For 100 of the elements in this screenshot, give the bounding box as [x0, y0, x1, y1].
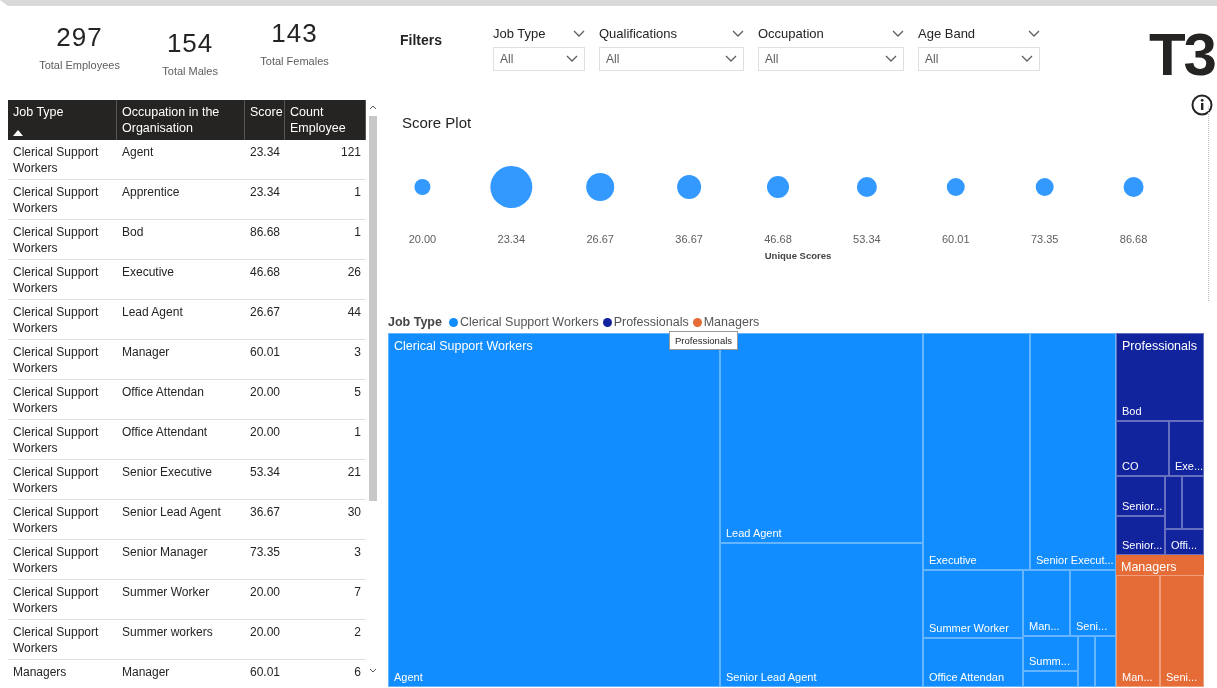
table-cell-text: Senior Executive — [121, 464, 214, 481]
table-cell-text: Manager — [121, 664, 171, 681]
kpi-label: Total Males — [162, 65, 218, 77]
table-cell-text: Summer workers — [121, 624, 214, 641]
bubble[interactable] — [586, 173, 615, 201]
table-cell-text: 7 — [353, 584, 362, 601]
slicer-dropdown[interactable]: All — [758, 47, 904, 71]
chevron-down-icon[interactable] — [573, 29, 585, 38]
treemap-tile[interactable]: Professionals Bod — [1116, 333, 1204, 421]
treemap-tile[interactable]: Senior... — [1116, 516, 1165, 555]
tile-label: Summ... — [1029, 655, 1070, 667]
table-cell-text: Clerical Support Workers — [12, 624, 100, 657]
tile-label: Agent — [394, 671, 423, 683]
kpi-value: 154 — [166, 28, 214, 59]
table-cell-text: 60.01 — [249, 664, 282, 681]
tile-label: Senior... — [1122, 539, 1163, 551]
scroll-up-icon[interactable] — [369, 104, 377, 110]
chart-title: Score Plot — [401, 113, 473, 131]
legend-label[interactable]: Managers — [703, 315, 760, 329]
treemap-group[interactable]: Professionals Bod CO Exe... Senior... Senior... Offi... — [1116, 333, 1204, 555]
table-cell-text: 26.67 — [249, 304, 282, 321]
table-cell-text: 20.00 — [249, 584, 282, 601]
column-header[interactable]: Job Type — [8, 100, 117, 140]
bubble[interactable] — [490, 166, 533, 208]
bubble[interactable] — [856, 177, 877, 197]
chevron-down-icon[interactable] — [566, 55, 578, 63]
table-cell-text: 23.34 — [249, 144, 282, 161]
kpi-value: 143 — [271, 18, 318, 49]
bubble[interactable] — [1035, 178, 1054, 196]
bubble[interactable] — [414, 179, 431, 195]
tile-label: Senior Execut... — [1036, 554, 1114, 566]
chevron-down-icon[interactable] — [725, 55, 737, 63]
table-cell-text: Clerical Support Workers — [12, 424, 100, 457]
chevron-down-icon[interactable] — [1028, 29, 1040, 38]
tile-label: Senior... — [1122, 500, 1163, 512]
treemap-tile[interactable]: CO — [1116, 421, 1169, 476]
treemap-tile[interactable]: Exe... — [1169, 421, 1204, 476]
tile-label: Summer Worker — [929, 622, 1009, 634]
table-cell-text: 26 — [346, 264, 362, 281]
table-cell-text: Clerical Support Workers — [12, 184, 100, 217]
bubble[interactable] — [767, 176, 789, 198]
bubble[interactable] — [1123, 177, 1144, 197]
treemap-tile[interactable] — [1165, 476, 1182, 529]
table-cell-text: Clerical Support Workers — [12, 504, 100, 537]
table-cell-text: 1 — [353, 424, 362, 441]
treemap-tile[interactable] — [1023, 671, 1078, 687]
chevron-down-icon[interactable] — [885, 55, 897, 63]
column-header[interactable]: Occupation in the Organisation — [117, 100, 245, 140]
legend-label[interactable]: Professionals — [613, 315, 689, 329]
table-cell-text: Senior Manager — [121, 544, 209, 561]
treemap-tile[interactable]: Offi... — [1165, 529, 1204, 555]
slicer-dropdown[interactable]: All — [918, 47, 1040, 71]
tile-label: CO — [1122, 460, 1139, 472]
column-header[interactable]: Score — [245, 100, 285, 140]
table-cell-text: Managers — [12, 664, 68, 681]
slicer-label: Age Band — [918, 26, 976, 41]
scroll-down-icon[interactable] — [369, 668, 377, 674]
table-cell-text: Clerical Support Workers — [12, 544, 100, 577]
table-cell-text: 2 — [353, 624, 362, 641]
info-icon[interactable] — [1191, 94, 1213, 116]
table-cell-text: Senior Lead Agent — [121, 504, 222, 521]
slicer-label: Job Type — [493, 26, 546, 41]
table-cell-text: 46.68 — [249, 264, 282, 281]
tile-label: Executive — [929, 554, 977, 566]
tile-label: Office Attendan — [929, 671, 1005, 683]
table-cell-text: 1 — [353, 224, 362, 241]
tooltip: Professionals — [669, 331, 739, 350]
table-cell-text: Clerical Support Workers — [12, 384, 100, 417]
filters-title: Filters — [399, 31, 443, 48]
table-cell-text: 3 — [353, 344, 362, 361]
table-cell-text: 3 — [353, 544, 362, 561]
scrollbar-thumb[interactable] — [369, 116, 377, 501]
tile-label: Exe... — [1175, 460, 1204, 472]
bubble[interactable] — [946, 178, 965, 196]
column-header[interactable]: Count Employee — [285, 100, 366, 140]
axis-tick-label: 23.34 — [497, 233, 526, 245]
axis-tick-label: 20.00 — [408, 233, 437, 245]
table-cell-text: 86.68 — [249, 224, 282, 241]
chevron-down-icon[interactable] — [1021, 55, 1033, 63]
slicer-dropdown[interactable]: All — [493, 47, 585, 71]
treemap-tile[interactable] — [1095, 636, 1116, 687]
slicer-label: Occupation — [758, 26, 824, 41]
treemap-tile[interactable]: Senior... — [1116, 476, 1165, 516]
table-cell-text: Clerical Support Workers — [12, 464, 100, 497]
kpi-label: Total Employees — [39, 59, 120, 71]
treemap-tile[interactable] — [1182, 476, 1204, 529]
table-cell-text: Clerical Support Workers — [12, 144, 100, 177]
slicer-dropdown[interactable]: All — [599, 47, 744, 71]
table-cell-text: Clerical Support Workers — [12, 224, 100, 257]
table-cell-text: 30 — [346, 504, 362, 521]
table-cell-text: 20.00 — [249, 424, 282, 441]
legend-label[interactable]: Clerical Support Workers — [459, 315, 599, 329]
table-cell-text: Executive — [121, 264, 176, 281]
tile-label: Bod — [1122, 405, 1142, 417]
treemap-tile[interactable] — [1078, 636, 1095, 687]
table-cell-text: Summer Worker — [121, 584, 211, 601]
bubble[interactable] — [677, 175, 702, 199]
chevron-down-icon[interactable] — [732, 29, 744, 38]
table-cell-text: Clerical Support Workers — [12, 584, 100, 617]
chevron-down-icon[interactable] — [892, 29, 904, 38]
